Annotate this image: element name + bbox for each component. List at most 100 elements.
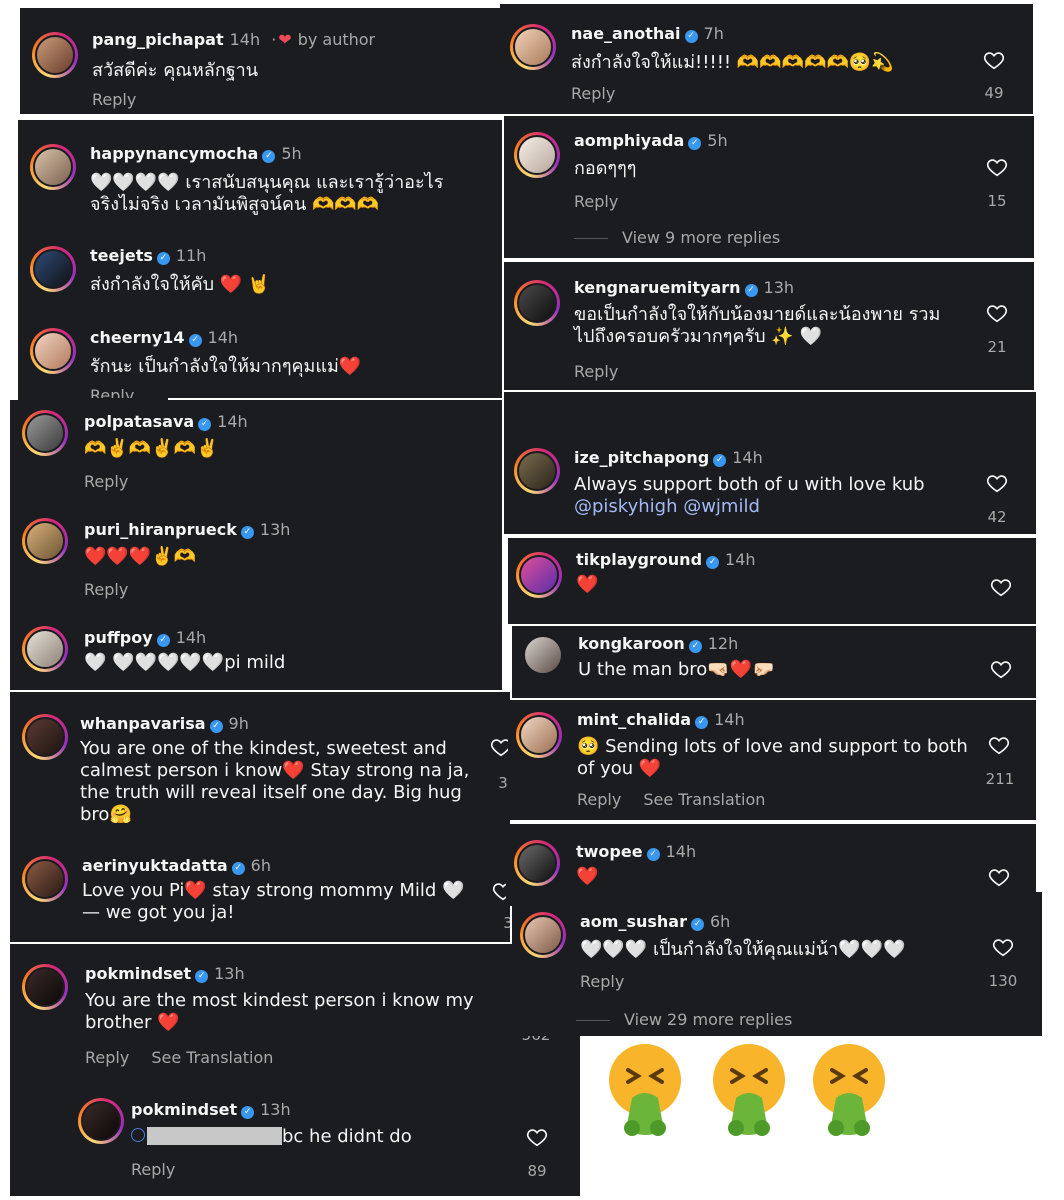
comment-text: 🤍 🤍🤍🤍🤍🤍pi mild (84, 652, 286, 673)
username[interactable]: whanpavarisa (80, 714, 206, 733)
comment-text: ขอเป็นกำลังใจให้กับน้องมายด์และน้องพาย ร… (574, 304, 941, 347)
view-more-replies[interactable]: View 29 more replies (576, 1010, 792, 1029)
avatar[interactable] (22, 964, 68, 1010)
avatar[interactable] (520, 912, 566, 958)
heart-outline-icon[interactable] (988, 734, 1010, 756)
username[interactable]: puri_hiranprueck (84, 520, 237, 539)
see-translation-button[interactable]: See Translation (151, 1048, 273, 1067)
comment-panel: aom_sushar ✓ 6h 🤍🤍🤍 เป็นกำลังใจให้คุณแม่น้… (512, 892, 1042, 1036)
username[interactable]: pang_pichapat (92, 30, 224, 49)
verified-icon: ✓ (262, 150, 276, 163)
timestamp: 14h (229, 30, 261, 49)
timestamp: 14h (207, 328, 239, 347)
mention-links[interactable]: @piskyhigh @wjmild (574, 496, 760, 518)
heart-outline-icon[interactable] (990, 658, 1012, 680)
vomit-emoji-icon (813, 1044, 885, 1136)
verified-icon: ✓ (209, 720, 223, 733)
reply-button[interactable]: Reply (85, 1048, 129, 1067)
username[interactable]: kengnaruemityarn (574, 278, 741, 297)
reply-button[interactable]: Reply (84, 472, 128, 491)
comment-text: สวัสดีค่ะ คุณหลักฐาน (92, 60, 259, 81)
comment-panel: ize_pitchapong ✓ 14h Always support both o… (504, 392, 1036, 534)
timestamp: 13h (214, 964, 245, 983)
verified-icon: ✓ (688, 137, 702, 150)
heart-outline-icon[interactable] (990, 576, 1012, 598)
username[interactable]: cheerny14 (90, 328, 185, 347)
username[interactable]: polpatasava (84, 412, 194, 431)
username[interactable]: mint_chalida (577, 710, 691, 729)
username[interactable]: nae_anothai (571, 24, 681, 43)
username[interactable]: pokmindset (131, 1100, 237, 1119)
username[interactable]: tikplayground (576, 550, 702, 569)
comment-text: ❤️❤️❤️✌️🫶 (84, 546, 197, 567)
avatar[interactable] (514, 840, 560, 886)
avatar[interactable] (22, 410, 68, 456)
reply-button[interactable]: Reply (577, 790, 621, 809)
reply-button[interactable]: Reply (580, 972, 624, 991)
avatar[interactable] (22, 626, 68, 672)
username[interactable]: aom_sushar (580, 912, 687, 931)
comment-panel: polpatasava ✓ 14h 🫶✌️🫶✌️🫶✌️ Reply puri_hir… (10, 400, 502, 690)
view-more-replies[interactable]: View 9 more replies (574, 228, 780, 247)
avatar[interactable] (520, 632, 566, 678)
username[interactable]: aomphiyada (574, 131, 684, 150)
comment-text: 🤍🤍🤍🤍 เราสนับสนุนคุณ และเรารู้ว่าอะไร จริ… (90, 172, 444, 215)
heart-outline-icon[interactable] (988, 866, 1010, 888)
avatar[interactable] (22, 518, 68, 564)
like-count: 42 (987, 508, 1007, 526)
avatar[interactable] (510, 24, 556, 70)
reply-button[interactable]: Reply (131, 1160, 175, 1179)
verified-icon: ✓ (156, 634, 170, 647)
avatar[interactable] (30, 144, 76, 190)
see-translation-button[interactable]: See Translation (643, 790, 765, 809)
heart-outline-icon[interactable] (992, 936, 1014, 958)
avatar[interactable] (514, 132, 560, 178)
avatar[interactable] (22, 714, 68, 760)
heart-icon: ❤ (278, 30, 292, 49)
heart-outline-icon[interactable] (526, 1126, 548, 1148)
comment-text: 🤍🤍🤍 เป็นกำลังใจให้คุณแม่น้า🤍🤍🤍 (580, 939, 906, 960)
username[interactable]: teejets (90, 246, 153, 265)
reply-button[interactable]: Reply (571, 84, 615, 103)
reply-button[interactable]: Reply (574, 362, 618, 381)
reply-button[interactable]: Reply (92, 90, 136, 109)
username[interactable]: aerinyuktadatta (82, 856, 228, 875)
avatar[interactable] (516, 712, 562, 758)
like-count: 15 (987, 192, 1007, 210)
avatar[interactable] (32, 32, 78, 78)
timestamp: 5h (281, 144, 302, 163)
avatar[interactable] (78, 1098, 124, 1144)
avatar[interactable] (30, 246, 76, 292)
like-count: 89 (527, 1162, 547, 1180)
username[interactable]: puffpoy (84, 628, 153, 647)
comment-panel: tikplayground ✓ 14h ❤️ (508, 538, 1036, 624)
username[interactable]: kongkaroon (578, 634, 685, 653)
username[interactable]: ize_pitchapong (574, 448, 709, 467)
avatar[interactable] (514, 448, 560, 494)
timestamp: 13h (763, 278, 795, 297)
comment-panel: pokmindset ✓ 13h You are the most kindest … (10, 944, 580, 1196)
reply-button[interactable]: Reply (574, 192, 618, 211)
avatar[interactable] (514, 280, 560, 326)
heart-outline-icon[interactable] (490, 736, 510, 758)
like-count: 3( (498, 774, 510, 792)
reply-button[interactable]: Reply (84, 580, 128, 599)
heart-outline-icon[interactable] (983, 49, 1005, 71)
heart-outline-icon[interactable] (986, 156, 1008, 178)
avatar[interactable] (30, 328, 76, 374)
username[interactable]: pokmindset (85, 964, 191, 983)
verified-icon: ✓ (744, 284, 758, 297)
avatar[interactable] (516, 552, 562, 598)
username[interactable]: twopee (576, 842, 643, 861)
reply-button[interactable]: Reply (90, 386, 134, 398)
heart-outline-icon[interactable] (986, 472, 1008, 494)
heart-outline-icon[interactable] (986, 302, 1008, 324)
comment-actions: Reply (92, 90, 136, 109)
vomit-emoji-icon (609, 1044, 681, 1136)
timestamp: 14h (217, 412, 248, 431)
verified-icon: ✓ (188, 334, 202, 347)
comment-text: You are one of the kindest, sweetest and… (80, 738, 470, 825)
username[interactable]: happynancymocha (90, 144, 258, 163)
timestamp: 12h (707, 634, 739, 653)
avatar[interactable] (22, 856, 68, 902)
